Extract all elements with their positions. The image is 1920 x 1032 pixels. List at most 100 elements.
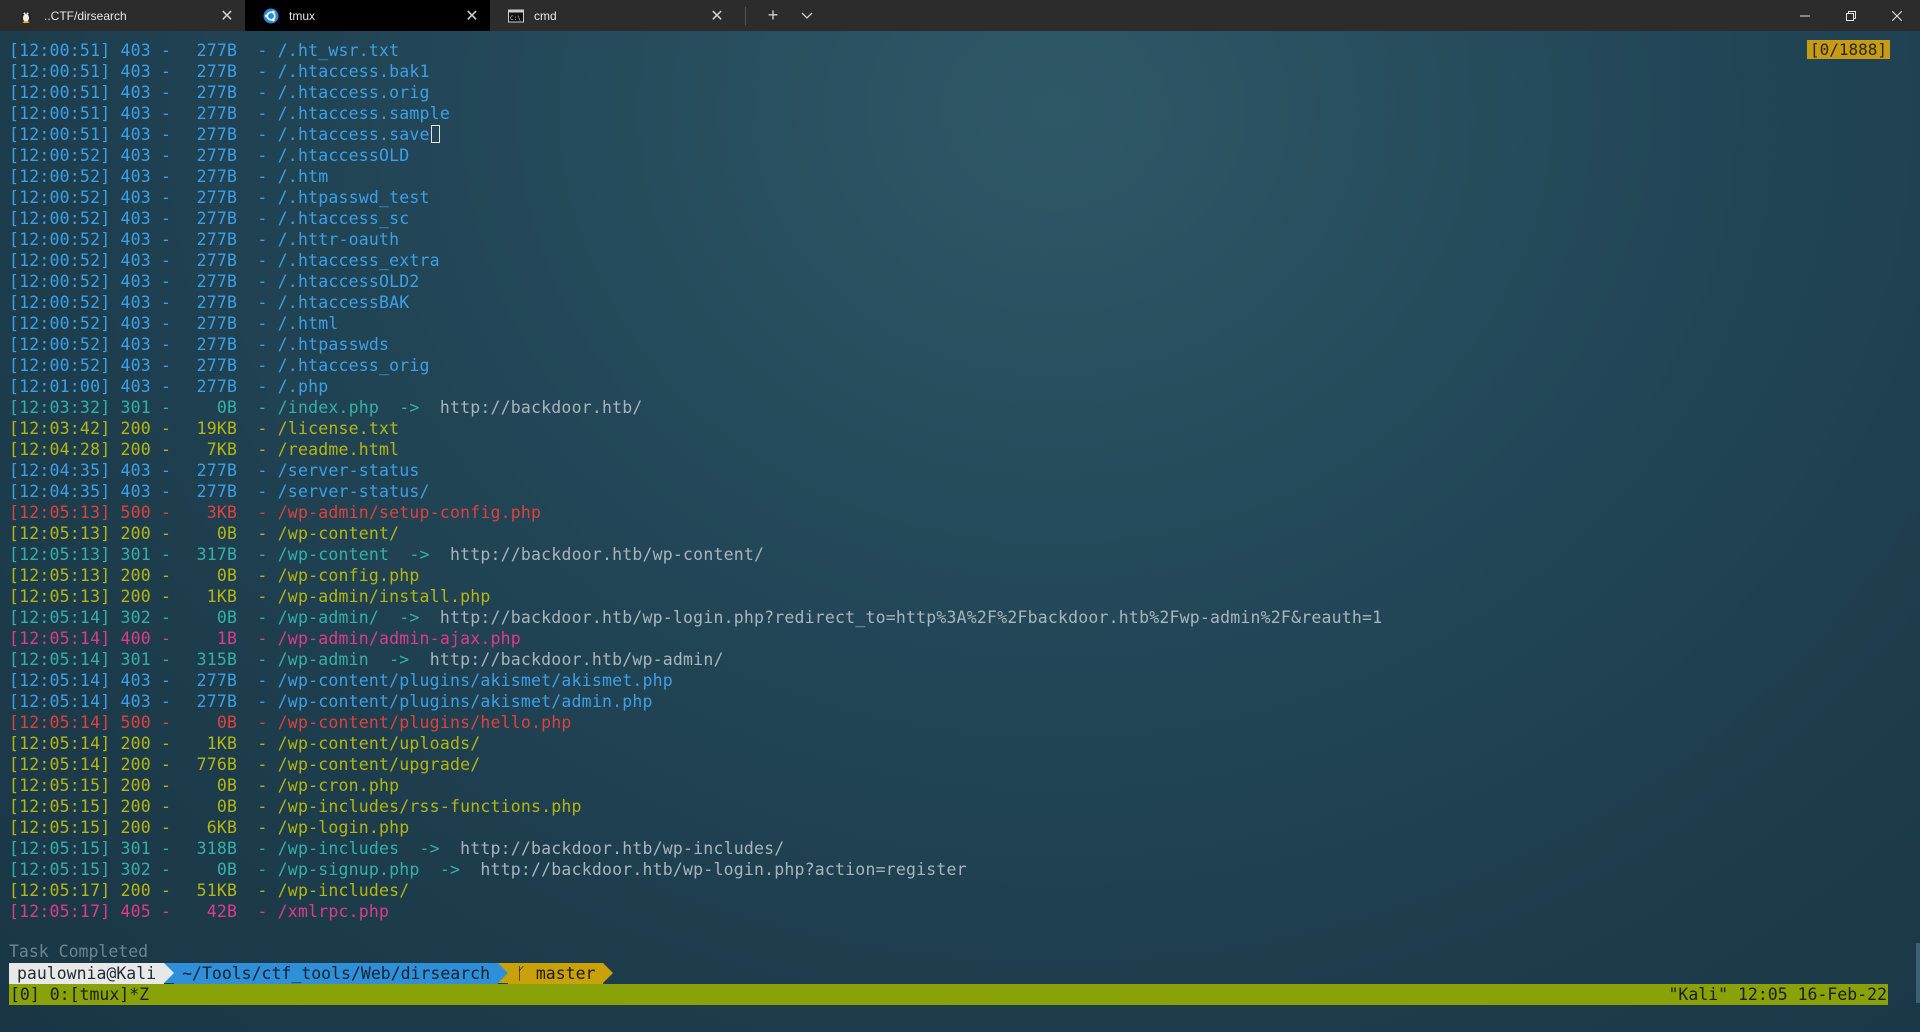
log-line: [12:04:28] 200 - 7KB - /readme.html <box>9 440 400 459</box>
log-size: 277B <box>196 251 238 270</box>
tmux-session-window: [0] 0:[tmux]*Z <box>10 985 150 1004</box>
log-path: /wp-content <box>277 545 390 564</box>
log-size: 277B <box>196 671 238 690</box>
prompt-git-branch: ᚴ master <box>508 963 604 984</box>
log-line: [12:00:51] 403 - 277B - /.htaccess.sampl… <box>9 104 450 123</box>
log-status-code: 500 <box>120 713 151 732</box>
log-line: [12:05:14] 400 - 1B - /wp-admin/admin-aj… <box>9 629 521 648</box>
log-time: [12:05:13] <box>9 566 111 585</box>
log-status-code: 301 <box>120 398 151 417</box>
log-path: /wp-content/plugins/akismet/akismet.php <box>277 671 673 690</box>
log-line: [12:05:15] 200 - 0B - /wp-includes/rss-f… <box>9 797 582 816</box>
log-line: [12:04:35] 403 - 277B - /server-status <box>9 461 420 480</box>
tab-dirsearch[interactable]: ..CTF/dirsearch ✕ <box>0 0 245 31</box>
log-line: [12:05:13] 200 - 1KB - /wp-admin/install… <box>9 587 491 606</box>
log-path: /.htaccess.save <box>277 125 430 144</box>
restore-button[interactable] <box>1828 0 1874 31</box>
log-status-code: 403 <box>120 104 151 123</box>
log-redirect: http://backdoor.htb/wp-content/ <box>449 545 765 564</box>
log-status-code: 200 <box>120 419 151 438</box>
log-time: [12:00:52] <box>9 335 111 354</box>
log-path: /wp-admin/ <box>277 608 380 627</box>
log-status-code: 403 <box>120 356 151 375</box>
terminal-viewport[interactable]: [12:00:51] 403 - 277B - /.ht_wsr.txt [12:… <box>0 31 1920 1032</box>
chevron-down-icon <box>801 12 813 19</box>
log-path: /wp-content/ <box>277 524 400 543</box>
log-time: [12:00:52] <box>9 209 111 228</box>
log-size: 3KB <box>206 503 238 522</box>
log-size: 19KB <box>196 419 238 438</box>
log-size: 317B <box>196 545 238 564</box>
log-line: [12:05:13] 200 - 0B - /wp-config.php <box>9 566 420 585</box>
log-status-code: 403 <box>120 188 151 207</box>
minimize-button[interactable] <box>1782 0 1828 31</box>
log-line: [12:05:13] 500 - 3KB - /wp-admin/setup-c… <box>9 503 542 522</box>
log-size: 318B <box>196 839 238 858</box>
log-line: [12:05:14] 200 - 1KB - /wp-content/uploa… <box>9 734 481 753</box>
log-time: [12:03:32] <box>9 398 111 417</box>
log-size: 42B <box>206 902 238 921</box>
tmux-status-right: "Kali" 12:05 16-Feb-22 <box>1668 985 1887 1004</box>
log-time: [12:05:14] <box>9 713 111 732</box>
log-line: [12:05:13] 301 - 317B - /wp-content -> h… <box>9 545 765 564</box>
svg-text:C:\: C:\ <box>510 15 521 22</box>
powerline-arrow <box>603 963 614 983</box>
scrollbar[interactable] <box>1916 943 1920 1003</box>
log-path: /wp-admin/setup-config.php <box>277 503 542 522</box>
log-path: /wp-admin <box>277 650 369 669</box>
log-path: /wp-admin/install.php <box>277 587 491 606</box>
log-size: 315B <box>196 650 238 669</box>
log-line: [12:05:15] 301 - 318B - /wp-includes -> … <box>9 839 785 858</box>
log-path: /.htpasswd_test <box>277 188 430 207</box>
close-icon[interactable]: ✕ <box>707 6 727 26</box>
log-time: [12:00:52] <box>9 146 111 165</box>
log-status-code: 403 <box>120 272 151 291</box>
log-line: [12:00:52] 403 - 277B - /.htaccessOLD2 <box>9 272 420 291</box>
log-status-code: 500 <box>120 503 151 522</box>
close-icon[interactable]: ✕ <box>217 6 237 26</box>
dirsearch-output: [12:00:51] 403 - 277B - /.ht_wsr.txt [12:… <box>9 40 1382 922</box>
linux-penguin-icon <box>18 8 34 24</box>
tab-title: cmd <box>534 8 557 23</box>
log-path: /index.php <box>277 398 380 417</box>
log-time: [12:00:52] <box>9 251 111 270</box>
log-time: [12:00:51] <box>9 125 111 144</box>
log-line: [12:00:52] 403 - 277B - /.htpasswds <box>9 335 390 354</box>
log-status-code: 200 <box>120 818 151 837</box>
log-size: 277B <box>196 482 238 501</box>
log-size: 0B <box>216 860 238 879</box>
log-status-code: 403 <box>120 377 151 396</box>
tab-tmux[interactable]: tmux ✕ <box>245 0 490 31</box>
log-time: [12:04:35] <box>9 482 111 501</box>
tab-dropdown-button[interactable] <box>790 0 824 31</box>
log-size: 0B <box>216 524 238 543</box>
log-status-code: 403 <box>120 62 151 81</box>
log-size: 0B <box>216 566 238 585</box>
log-time: [12:05:14] <box>9 608 111 627</box>
log-line: [12:00:51] 403 - 277B - /.ht_wsr.txt <box>9 41 400 60</box>
close-window-button[interactable] <box>1874 0 1920 31</box>
log-line: [12:00:52] 403 - 277B - /.htaccess_sc <box>9 209 410 228</box>
log-time: [12:03:42] <box>9 419 111 438</box>
log-line: [12:00:51] 403 - 277B - /.htaccess.bak1 <box>9 62 430 81</box>
log-size: 277B <box>196 461 238 480</box>
log-size: 7KB <box>206 440 238 459</box>
log-path: /.html <box>277 314 339 333</box>
log-status-code: 403 <box>120 125 151 144</box>
log-time: [12:05:14] <box>9 650 111 669</box>
close-icon[interactable]: ✕ <box>462 6 482 26</box>
tmux-status-bar: [0] 0:[tmux]*Z "Kali" 12:05 16-Feb-22 <box>9 984 1888 1005</box>
log-time: [12:05:13] <box>9 587 111 606</box>
new-tab-button[interactable]: + <box>756 0 790 31</box>
tab-cmd[interactable]: C:\ cmd ✕ <box>490 0 735 31</box>
log-redirect: http://backdoor.htb/wp-login.php?redirec… <box>439 608 1383 627</box>
log-time: [12:00:51] <box>9 83 111 102</box>
log-time: [12:05:14] <box>9 755 111 774</box>
log-status-code: 200 <box>120 587 151 606</box>
log-time: [12:05:15] <box>9 797 111 816</box>
log-size: 1B <box>216 629 238 648</box>
log-line: [12:05:13] 200 - 0B - /wp-content/ <box>9 524 400 543</box>
log-path: /wp-includes/ <box>277 881 410 900</box>
log-path: /.htaccess_orig <box>277 356 430 375</box>
log-time: [12:05:17] <box>9 881 111 900</box>
